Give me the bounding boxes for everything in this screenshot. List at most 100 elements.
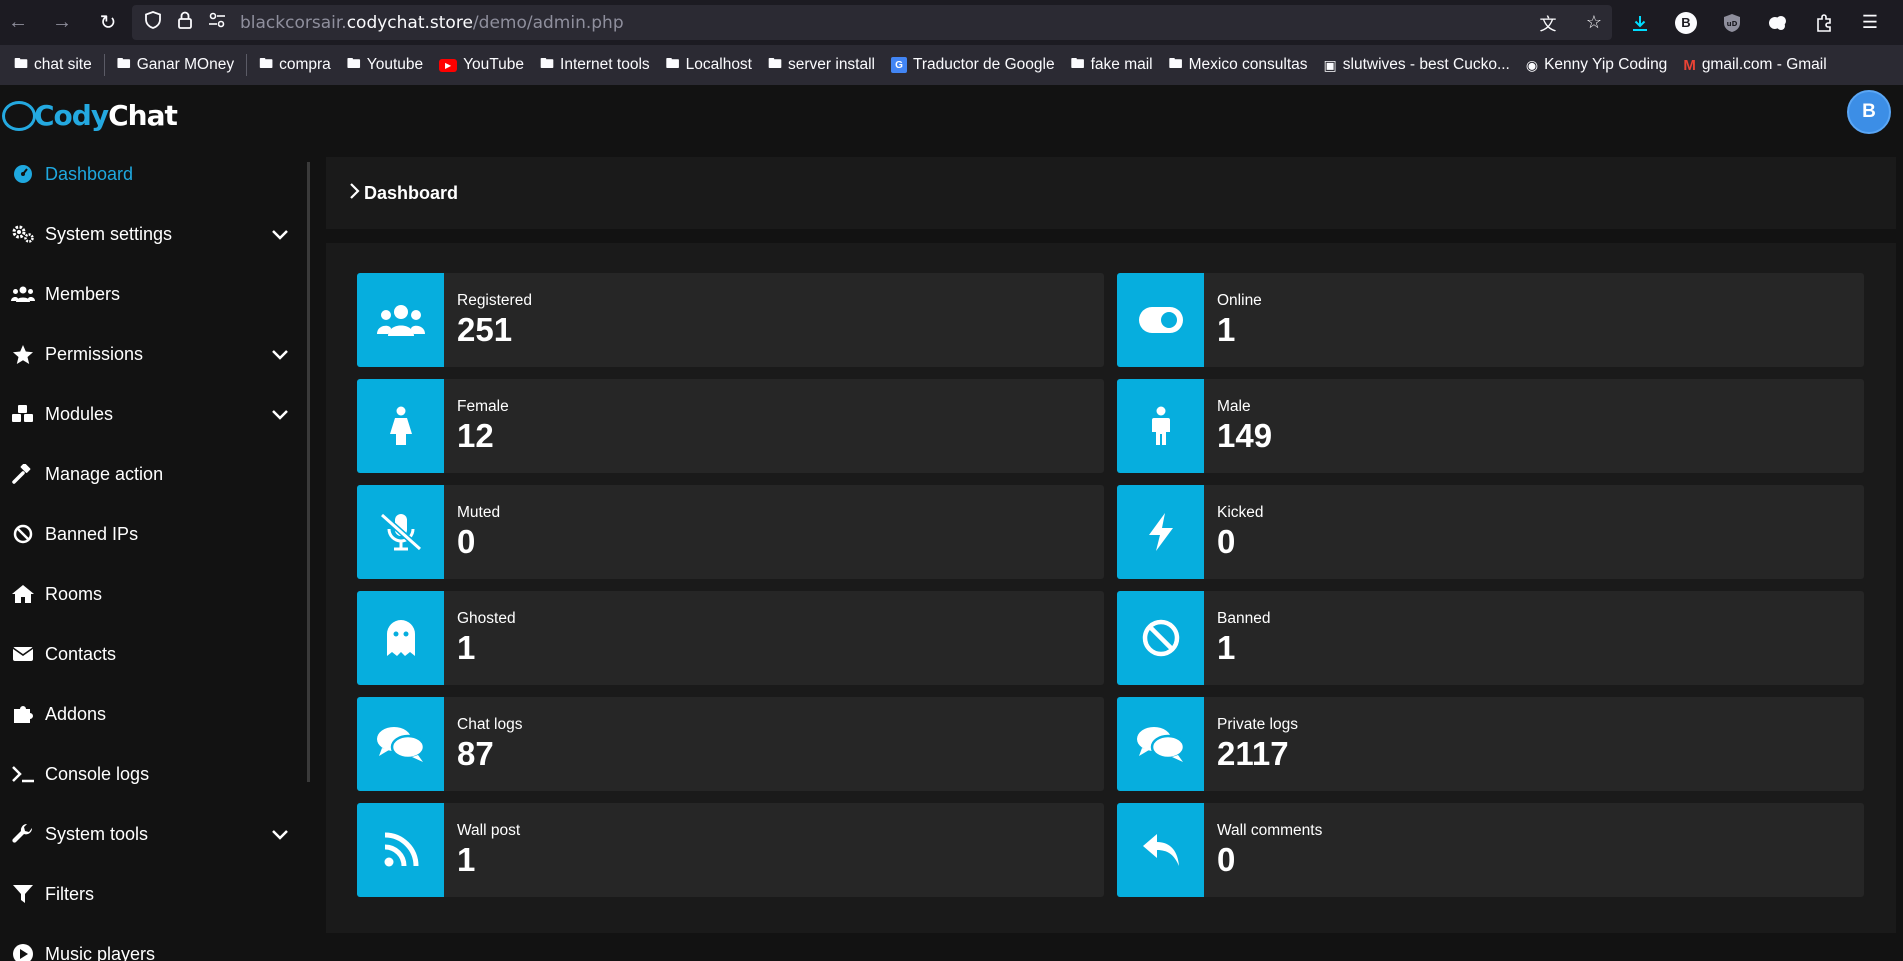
bookmark-item[interactable]: ◉ Kenny Yip Coding (1518, 56, 1675, 74)
google-translate-icon: G (891, 57, 907, 73)
bookmark-item[interactable]: 🖿 Localhost (658, 53, 760, 77)
site-permissions-icon[interactable] (208, 12, 226, 33)
stat-label: Female (457, 398, 509, 415)
lock-icon[interactable] (176, 11, 194, 34)
chevron-down-icon[interactable] (272, 404, 288, 425)
stat-label: Private logs (1217, 716, 1298, 733)
stat-value: 12 (457, 417, 494, 454)
user-avatar[interactable]: B (1847, 90, 1891, 134)
toggle-icon (1117, 273, 1204, 367)
menu-icon[interactable]: ☰ (1857, 10, 1883, 36)
bookmark-item[interactable]: 🖿 chat site (6, 53, 100, 77)
chevron-down-icon[interactable] (272, 344, 288, 365)
stat-label: Banned (1217, 610, 1271, 627)
bookmark-item[interactable]: G Traductor de Google (883, 56, 1063, 74)
stat-card-ghosted: Ghosted 1 (357, 591, 1104, 685)
bookmark-item[interactable]: ▣ slutwives - best Cucko... (1316, 56, 1518, 74)
sidebar-item-permissions[interactable]: Permissions (0, 324, 300, 384)
stat-label: Muted (457, 504, 501, 521)
site-favicon: ▣ (1323, 56, 1337, 73)
sidebar-item-system-settings[interactable]: System settings (0, 204, 300, 264)
bookmark-item[interactable]: 🖿 Internet tools (532, 53, 658, 77)
stat-value: 0 (1217, 523, 1236, 560)
sidebar-item-dashboard[interactable]: Dashboard (0, 149, 300, 204)
forward-icon[interactable]: → (44, 4, 80, 40)
chevron-down-icon[interactable] (272, 824, 288, 845)
download-icon[interactable] (1627, 10, 1653, 36)
app-header: CodyChat (0, 85, 1903, 149)
gmail-icon: M (1683, 56, 1696, 74)
cogs-icon (10, 224, 36, 244)
stat-label: Chat logs (457, 716, 523, 733)
bookmark-item[interactable]: ▶ YouTube (431, 56, 532, 74)
page-title: Dashboard (364, 182, 459, 203)
folder-icon: 🖿 (665, 55, 680, 71)
logo-text: CodyChat (34, 99, 178, 132)
ublock-icon[interactable]: uD (1719, 10, 1745, 36)
stat-label: Online (1217, 292, 1262, 309)
translate-icon[interactable]: 文 (1535, 10, 1561, 36)
home-icon (10, 584, 36, 604)
sidebar-item-rooms[interactable]: Rooms (0, 564, 300, 624)
bookmark-item[interactable]: 🖿 Youtube (339, 53, 431, 77)
stat-label: Male (1217, 398, 1251, 415)
site-favicon: ◉ (1525, 56, 1539, 73)
bookmark-separator (246, 54, 248, 76)
stat-label: Ghosted (457, 610, 516, 627)
profile-extension-icon[interactable]: B (1673, 10, 1699, 36)
bookmark-item[interactable]: 🖿 server install (760, 53, 883, 77)
bookmark-item[interactable]: 🖿 compra (251, 53, 339, 77)
stat-label: Registered (457, 292, 532, 309)
extensions-puzzle-icon[interactable] (1811, 10, 1837, 36)
extension-blob-icon[interactable] (1765, 10, 1791, 36)
sidebar-item-console-logs[interactable]: Console logs (0, 744, 300, 804)
sidebar-item-music-players[interactable]: Music players (0, 924, 300, 961)
stat-value: 1 (1217, 629, 1236, 666)
female-icon (357, 379, 444, 473)
bookmark-item[interactable]: 🖿 fake mail (1063, 53, 1161, 77)
folder-icon: 🖿 (768, 55, 782, 71)
chevron-down-icon[interactable] (272, 224, 288, 245)
sidebar-item-contacts[interactable]: Contacts (0, 624, 300, 684)
codychat-logo[interactable]: CodyChat (2, 99, 178, 132)
breadcrumb: Dashboard (326, 157, 1896, 229)
folder-icon: 🖿 (259, 55, 274, 71)
stat-value: 1 (457, 629, 476, 666)
browser-toolbar: ← → ↻ blackcorsair.codychat.store/demo/a… (0, 0, 1903, 45)
url-text: blackcorsair.codychat.store/demo/admin.p… (240, 12, 624, 33)
comments-icon (357, 697, 444, 791)
users-icon (357, 273, 444, 367)
sidebar-item-system-tools[interactable]: System tools (0, 804, 300, 864)
folder-icon: 🖿 (346, 55, 361, 71)
back-icon[interactable]: ← (0, 4, 36, 40)
stat-value: 0 (457, 523, 476, 560)
sidebar-item-modules[interactable]: Modules (0, 384, 300, 444)
sidebar-item-members[interactable]: Members (0, 264, 300, 324)
ban-icon (1117, 591, 1204, 685)
address-bar[interactable]: blackcorsair.codychat.store/demo/admin.p… (132, 5, 1612, 40)
stat-value: 251 (457, 311, 513, 348)
stat-card-male: Male 149 (1117, 379, 1864, 473)
bookmark-item[interactable]: Mgmail.com - Gmail (1675, 56, 1834, 74)
gavel-icon (10, 464, 36, 484)
folder-icon: 🖿 (540, 55, 555, 71)
shield-icon[interactable] (144, 11, 162, 34)
mic-off-icon (357, 485, 444, 579)
stats-panel: Registered 251 Online 1 Female 12 Male 1… (326, 243, 1896, 933)
sidebar-item-addons[interactable]: Addons (0, 684, 300, 744)
folder-icon: 🖿 (1168, 55, 1183, 71)
rss-icon (357, 803, 444, 897)
ghost-icon (357, 591, 444, 685)
sidebar-item-filters[interactable]: Filters (0, 864, 300, 924)
users-icon (10, 285, 36, 303)
sidebar-item-banned-ips[interactable]: Banned IPs (0, 504, 300, 564)
bookmark-item[interactable]: 🖿 Mexico consultas (1161, 53, 1316, 77)
stat-value: 1 (457, 841, 476, 878)
reload-icon[interactable]: ↻ (90, 4, 126, 40)
bookmark-item[interactable]: 🖿 Ganar MOney (109, 53, 242, 77)
ban-icon (10, 524, 36, 544)
bookmark-star-icon[interactable]: ☆ (1581, 10, 1607, 36)
sidebar-item-manage-action[interactable]: Manage action (0, 444, 300, 504)
stat-value: 2117 (1217, 735, 1289, 772)
puzzle-icon (10, 703, 36, 725)
